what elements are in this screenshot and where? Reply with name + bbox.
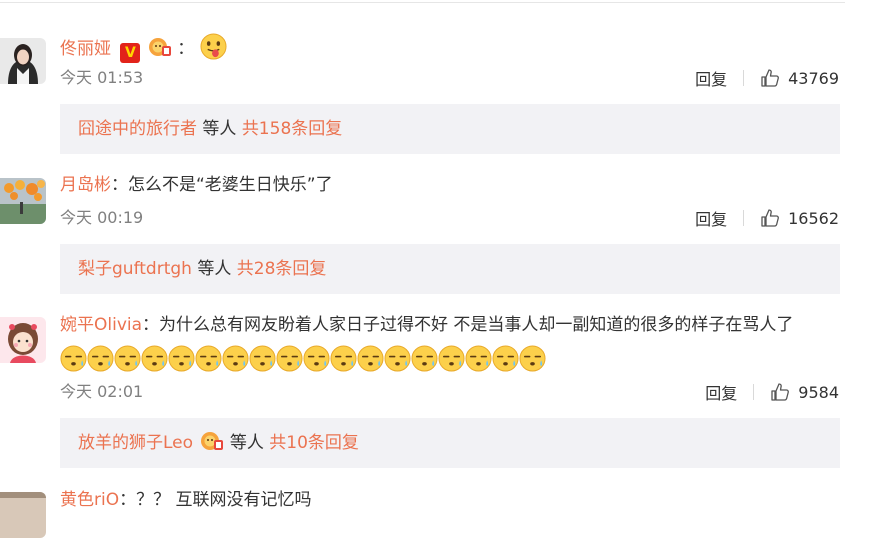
sweat-speechless-emoji-icon — [357, 345, 384, 372]
colon: ： — [177, 39, 195, 59]
reply-summary-box[interactable]: 放羊的狮子Leo 等人 共10条回复 — [60, 418, 840, 468]
comment-time: 今天 01:53 — [60, 68, 144, 87]
comment-text: 怎么不是“老婆生日快乐”了 — [128, 175, 333, 195]
thumbs-up-icon[interactable] — [770, 382, 790, 402]
sweat-speechless-emoji-icon — [222, 345, 249, 372]
reply-count-link[interactable]: 共10条回复 — [269, 433, 359, 453]
top-divider — [0, 2, 845, 3]
comment-actions: 回复 43769 — [695, 66, 839, 90]
reply-button[interactable]: 回复 — [695, 66, 727, 90]
divider — [743, 210, 745, 226]
like-count[interactable]: 9584 — [798, 383, 839, 402]
sweat-speechless-emoji-icon — [492, 345, 519, 372]
username-link[interactable]: 婉平Olivia — [60, 315, 142, 335]
colon: ： — [111, 175, 128, 195]
avatar[interactable] — [0, 492, 46, 538]
username-link[interactable]: 黄色riO — [60, 490, 119, 510]
sweat-speechless-emoji-icon — [411, 345, 438, 372]
avatar[interactable] — [0, 317, 46, 363]
reply-user-link[interactable]: 囧途中的旅行者 — [78, 119, 197, 139]
colon: ： — [142, 315, 160, 335]
sweat-speechless-emoji-icon — [168, 345, 195, 372]
reply-user-link[interactable]: 梨子guftdrtgh — [78, 259, 192, 279]
username-link[interactable]: 月岛彬 — [60, 175, 111, 195]
sweat-speechless-emoji-icon — [330, 345, 357, 372]
sweat-speechless-emoji-icon — [384, 345, 411, 372]
sweat-speechless-emoji-icon — [60, 345, 87, 372]
reply-others-label: 等人 — [191, 259, 237, 279]
sweat-speechless-emoji-icon — [438, 345, 465, 372]
sweat-speechless-emoji-icon — [87, 345, 114, 372]
like-count[interactable]: 43769 — [788, 69, 839, 88]
verified-v-badge-icon[interactable]: V — [120, 43, 141, 63]
sweat-speechless-emoji-icon — [141, 345, 168, 372]
avatar[interactable] — [0, 178, 46, 224]
thumbs-up-icon[interactable] — [760, 208, 780, 228]
reply-button[interactable]: 回复 — [705, 380, 737, 404]
reply-count-link[interactable]: 共28条回复 — [237, 259, 327, 279]
reply-summary-box[interactable]: 梨子guftdrtgh 等人 共28条回复 — [60, 244, 840, 294]
emoji-row — [60, 345, 546, 373]
sweat-speechless-emoji-icon — [276, 345, 303, 372]
reply-others-label: 等人 — [197, 119, 242, 139]
reply-count-link[interactable]: 共158条回复 — [242, 119, 342, 139]
sweat-speechless-emoji-icon — [519, 345, 546, 372]
reply-others-label: 等人 — [224, 433, 270, 453]
divider — [743, 70, 745, 86]
thumbs-up-icon[interactable] — [760, 68, 780, 88]
colon: ： — [119, 490, 137, 510]
sweat-speechless-emoji-icon — [114, 345, 141, 372]
comment-time: 今天 00:19 — [60, 208, 144, 227]
comment-actions: 回复 16562 — [695, 206, 839, 230]
comment-time: 今天 02:01 — [60, 382, 144, 401]
tongue-out-emoji-icon — [200, 33, 227, 60]
lion-fan-badge-icon[interactable] — [200, 430, 224, 452]
reply-summary-box[interactable]: 囧途中的旅行者 等人 共158条回复 — [60, 104, 840, 154]
like-count[interactable]: 16562 — [788, 209, 839, 228]
reply-button[interactable]: 回复 — [695, 206, 727, 230]
avatar[interactable] — [0, 38, 46, 84]
divider — [753, 384, 755, 400]
reply-user-link[interactable]: 放羊的狮子Leo — [78, 433, 193, 453]
sweat-speechless-emoji-icon — [249, 345, 276, 372]
sweat-speechless-emoji-icon — [195, 345, 222, 372]
username-link[interactable]: 佟丽娅 — [60, 39, 111, 59]
lion-fan-badge-icon[interactable] — [148, 36, 172, 58]
comment-text: 为什么总有网友盼着人家日子过得不好 不是当事人却一副知道的很多的样子在骂人了 — [159, 315, 794, 335]
sweat-speechless-emoji-icon — [303, 345, 330, 372]
comment-text: ？？ 互联网没有记忆吗 — [136, 490, 312, 510]
sweat-speechless-emoji-icon — [465, 345, 492, 372]
comment-actions: 回复 9584 — [705, 380, 839, 404]
